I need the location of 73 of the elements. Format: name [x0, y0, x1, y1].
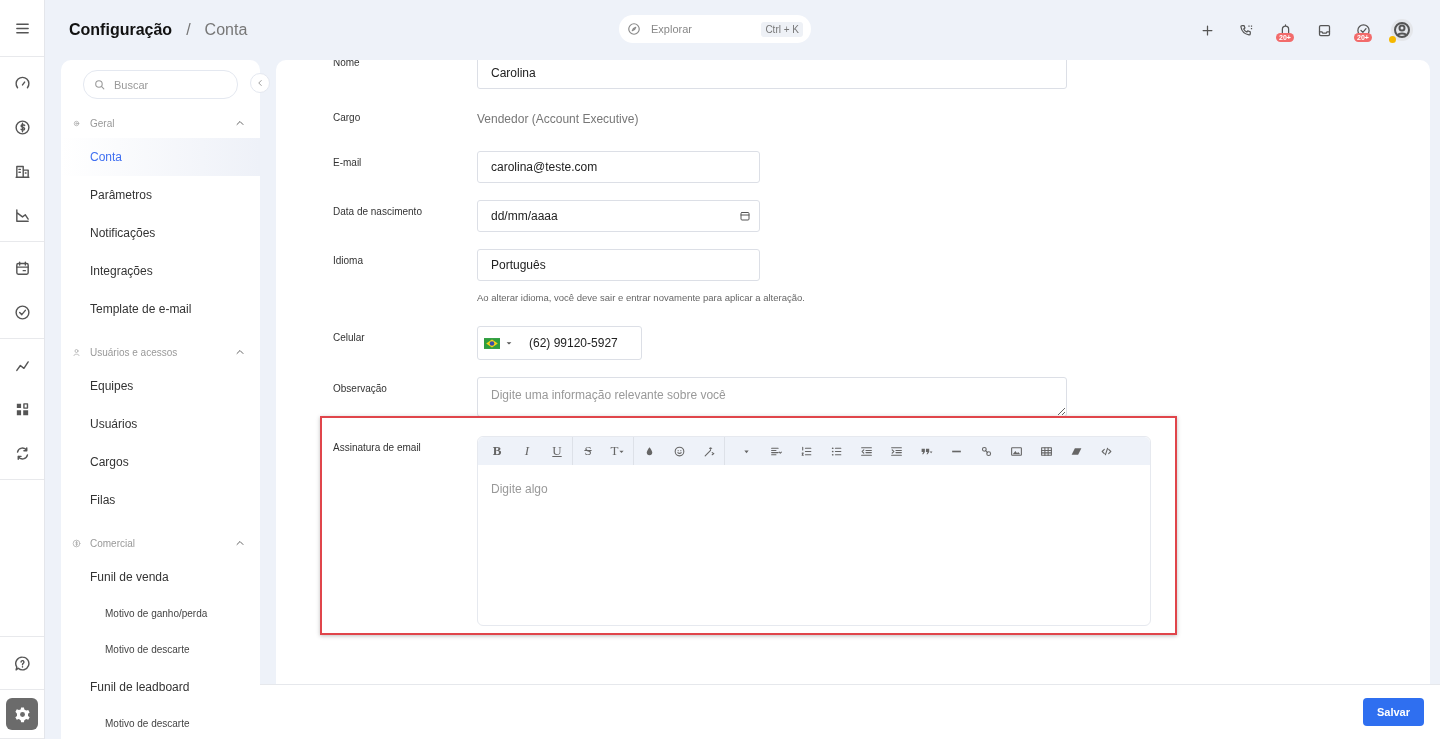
calendar-icon [13, 259, 31, 277]
sidebar-subitem[interactable]: Motivo de descarte [61, 706, 260, 739]
dollar-coin-icon [72, 538, 81, 548]
phone-field[interactable]: (62) 99120-5927 [477, 326, 642, 360]
phone-number: (62) 99120-5927 [529, 336, 618, 350]
gear-icon [72, 118, 81, 128]
format-button[interactable]: S [573, 439, 603, 463]
magic-wand-icon [702, 444, 716, 458]
chart-icon [13, 206, 31, 224]
sidebar-item[interactable]: Integrações [61, 252, 260, 290]
field-label: Idioma [333, 254, 364, 268]
flag-icon[interactable] [484, 337, 500, 349]
breadcrumb-page: Conta [204, 21, 248, 39]
search-icon [93, 78, 106, 91]
tasks-icon [13, 303, 31, 321]
settings-button[interactable] [6, 698, 38, 730]
smiley-icon [672, 444, 686, 458]
settings-icon [13, 705, 31, 723]
field-label: Observação [333, 382, 388, 396]
sidebar-item[interactable]: Equipes [61, 367, 260, 405]
text-field[interactable]: carolina@teste.com [477, 151, 760, 183]
format-button[interactable]: I [512, 439, 542, 463]
breadcrumb-section[interactable]: Configuração [69, 21, 173, 39]
field-label: E-mail [333, 156, 363, 170]
compass-icon [627, 22, 641, 36]
field-label: Celular [333, 331, 366, 345]
sidebar-subitem[interactable]: Motivo de descarte [61, 632, 260, 668]
format-button[interactable]: T [603, 439, 633, 463]
plus-icon [1199, 22, 1215, 38]
bullet-list-icon [829, 444, 843, 458]
format-button[interactable]: U [542, 439, 572, 463]
field-label: Data de nascimento [333, 205, 423, 219]
link-icon [979, 444, 993, 458]
breadcrumb-separator: / [186, 21, 191, 39]
field-value: Vendedor (Account Executive) [477, 111, 639, 126]
text-field[interactable]: Carolina [477, 60, 1067, 89]
sidebar-item[interactable]: Cargos [61, 443, 260, 481]
text-field[interactable]: Português [477, 249, 760, 281]
search-field[interactable]: Buscar [83, 70, 238, 99]
user-avatar-icon [1390, 18, 1414, 42]
dollar-coin-icon [13, 118, 31, 136]
sidebar-item[interactable]: Template de e-mail [61, 290, 260, 328]
textarea-field[interactable]: Digite uma informação relevante sobre você [477, 377, 1067, 417]
date-field[interactable]: dd/mm/aaaa [477, 200, 760, 232]
sidebar-item[interactable]: Funil de leadboard [61, 668, 260, 706]
field-label: Assinatura de email [333, 441, 422, 455]
field-hint: Ao alterar idioma, você deve sair e entrar novamente para aplicar a alteração. [477, 292, 805, 303]
caret-icon[interactable] [505, 339, 513, 347]
sidebar-item[interactable]: Funil de venda [61, 558, 260, 596]
user-icon [72, 347, 81, 357]
table-icon [1039, 444, 1053, 458]
sidebar-item[interactable]: Filas [61, 481, 260, 519]
help-chat-icon [13, 654, 31, 672]
date-placeholder: dd/mm/aaaa [491, 209, 558, 223]
phone-icon [1238, 22, 1254, 38]
indent-icon [889, 444, 903, 458]
image-icon [1009, 444, 1023, 458]
calendar-icon[interactable] [739, 210, 751, 222]
chevron-left-icon [255, 78, 265, 88]
editor-placeholder: Digite algo [491, 482, 548, 496]
sidebar-item[interactable]: Usuários [61, 405, 260, 443]
numbered-list-icon [799, 444, 813, 458]
shortcut-hint: Ctrl + K [761, 22, 803, 37]
format-button[interactable]: B [482, 439, 512, 463]
sidebar-item[interactable]: Parâmetros [61, 176, 260, 214]
save-button[interactable]: Salvar [1362, 698, 1424, 726]
user-avatar-button[interactable] [1388, 16, 1416, 44]
sidebar-item[interactable]: Notificações [61, 214, 260, 252]
inbox-icon [1316, 22, 1332, 38]
sidebar-subitem[interactable]: Motivo de ganho/perda [61, 596, 260, 632]
outdent-icon [859, 444, 873, 458]
field-label: Nome [333, 60, 361, 70]
field-label: Cargo [333, 111, 362, 125]
